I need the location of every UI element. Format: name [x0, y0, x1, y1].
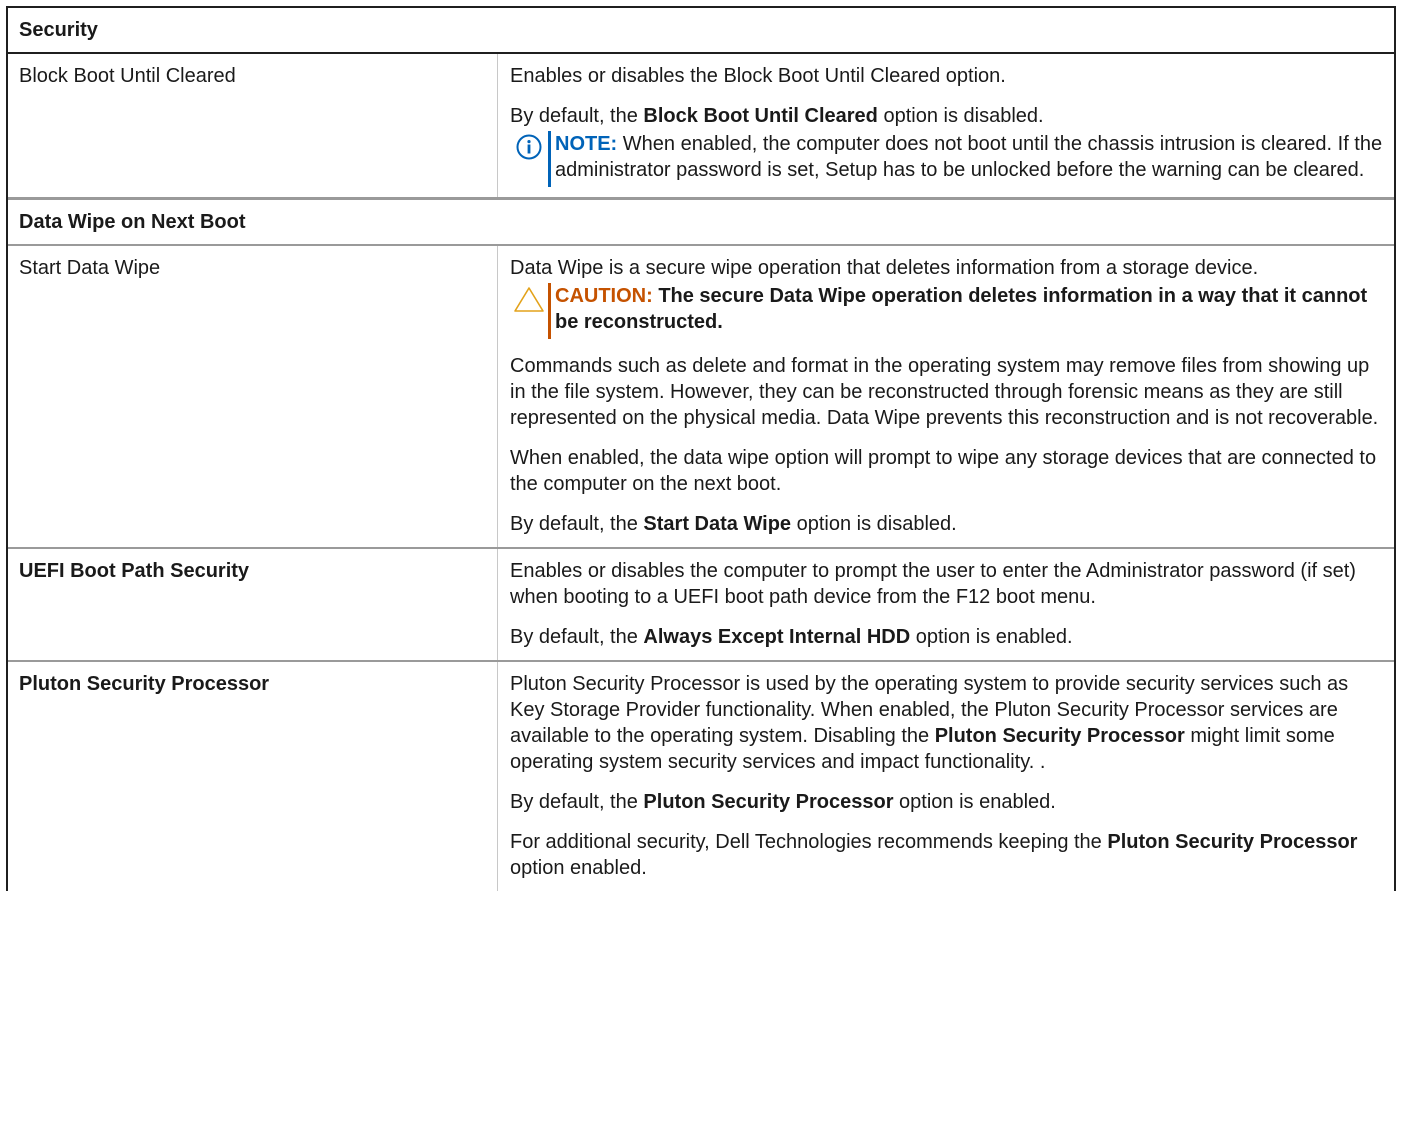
desc-text: When enabled, the data wipe option will …: [510, 447, 1377, 495]
note-block: NOTE: When enabled, the computer does no…: [510, 131, 1383, 187]
desc-text: Data Wipe is a secure wipe operation tha…: [510, 257, 1259, 279]
option-description: Enables or disables the Block Boot Until…: [498, 54, 1394, 197]
info-circle-icon: [516, 134, 542, 160]
default-text: By default, the Always Except Internal H…: [510, 626, 1073, 648]
table-row: Block Boot Until Cleared Enables or disa…: [8, 54, 1394, 199]
default-text: By default, the Block Boot Until Cleared…: [510, 105, 1044, 127]
section-title: Security: [19, 19, 98, 41]
warning-triangle-icon: [514, 287, 544, 312]
recommendation-text: For additional security, Dell Technologi…: [510, 831, 1358, 879]
option-name: Start Data Wipe: [8, 246, 498, 547]
desc-text: Enables or disables the computer to prom…: [510, 560, 1356, 608]
default-text: By default, the Start Data Wipe option i…: [510, 513, 957, 535]
option-name: Pluton Security Processor: [8, 662, 498, 891]
option-name: UEFI Boot Path Security: [8, 549, 498, 660]
note-text: NOTE: When enabled, the computer does no…: [548, 131, 1383, 187]
section-title: Data Wipe on Next Boot: [19, 211, 246, 233]
caution-text: CAUTION: The secure Data Wipe operation …: [548, 283, 1383, 339]
option-description: Pluton Security Processor is used by the…: [498, 662, 1394, 891]
table-row: UEFI Boot Path Security Enables or disab…: [8, 549, 1394, 662]
section-header-data-wipe: Data Wipe on Next Boot: [8, 199, 1394, 246]
option-name: Block Boot Until Cleared: [8, 54, 498, 197]
desc-text: Enables or disables the Block Boot Until…: [510, 65, 1006, 87]
default-text: By default, the Pluton Security Processo…: [510, 791, 1056, 813]
option-description: Enables or disables the computer to prom…: [498, 549, 1394, 660]
desc-text: Commands such as delete and format in th…: [510, 355, 1379, 429]
option-description: Data Wipe is a secure wipe operation tha…: [498, 246, 1394, 547]
table-row: Pluton Security Processor Pluton Securit…: [8, 662, 1394, 891]
settings-table: Security Block Boot Until Cleared Enable…: [6, 6, 1396, 891]
section-header-security: Security: [8, 8, 1394, 54]
table-row: Start Data Wipe Data Wipe is a secure wi…: [8, 246, 1394, 549]
desc-text: Pluton Security Processor is used by the…: [510, 673, 1349, 773]
caution-block: CAUTION: The secure Data Wipe operation …: [510, 283, 1383, 339]
